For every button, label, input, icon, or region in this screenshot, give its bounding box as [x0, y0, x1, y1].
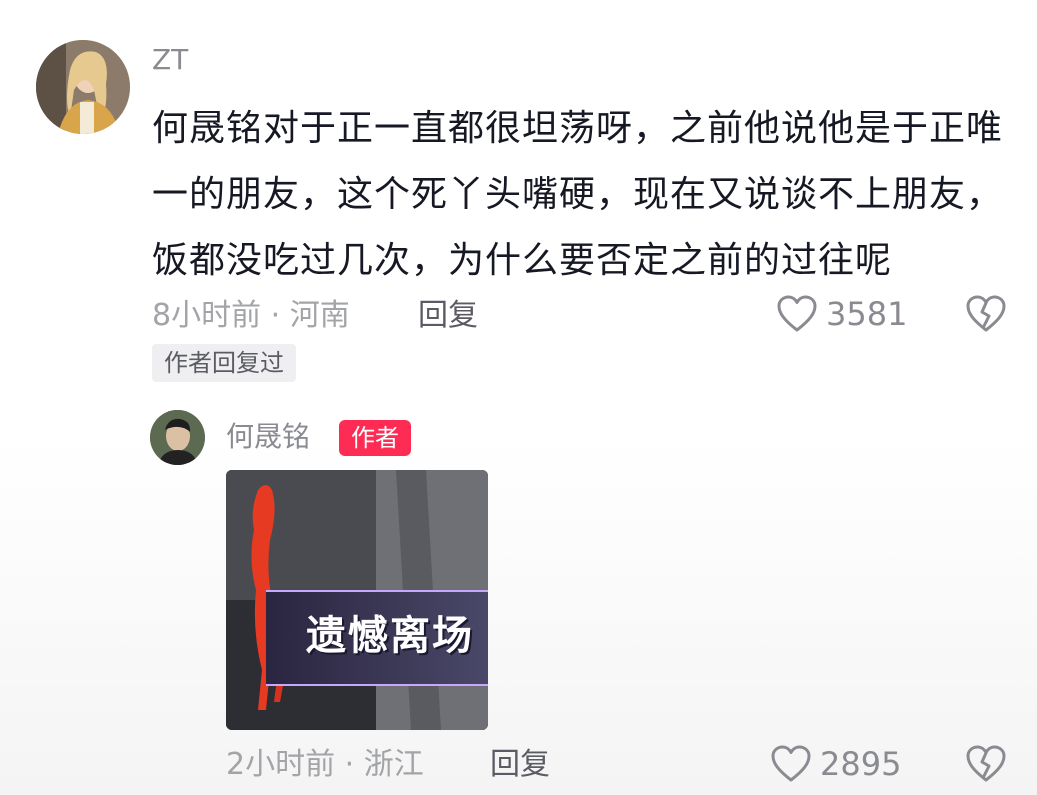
heart-outline-icon	[771, 745, 811, 782]
broken-heart-icon	[966, 745, 1006, 782]
comment-meta: 8小时前 · 河南	[152, 298, 350, 333]
broken-heart-icon	[966, 295, 1006, 332]
comment-like-button[interactable]: 3581	[776, 294, 907, 334]
reply-image-sticker[interactable]: 遗憾离场	[226, 470, 488, 730]
avatar-zt[interactable]	[36, 40, 130, 134]
comment-text: 何晟铭对于正一直都很坦荡呀，之前他说他是于正唯一的朋友，这个死丫头嘴硬，现在又说…	[152, 108, 1004, 281]
avatar-hsm-image	[150, 410, 205, 465]
comment-username[interactable]: ZT	[152, 40, 188, 80]
author-replied-tag: 作者回复过	[152, 344, 296, 382]
reply-reply-button[interactable]: 回复	[490, 745, 550, 785]
reply-like-count: 2895	[820, 745, 902, 783]
avatar-zt-image	[36, 40, 130, 134]
comment-reply-button[interactable]: 回复	[418, 296, 478, 336]
reply-username[interactable]: 何晟铭	[226, 417, 310, 457]
avatar-hsm[interactable]	[150, 410, 205, 465]
reply-meta: 2小时前 · 浙江	[226, 747, 424, 782]
author-badge: 作者	[339, 420, 411, 456]
reply-like-button[interactable]: 2895	[770, 744, 901, 784]
sticker-caption: 遗憾离场	[306, 613, 474, 659]
comment-dislike-button[interactable]	[964, 294, 1008, 338]
comment-like-count: 3581	[826, 295, 908, 333]
reply-dislike-button[interactable]	[964, 744, 1008, 788]
heart-outline-icon	[777, 295, 817, 332]
